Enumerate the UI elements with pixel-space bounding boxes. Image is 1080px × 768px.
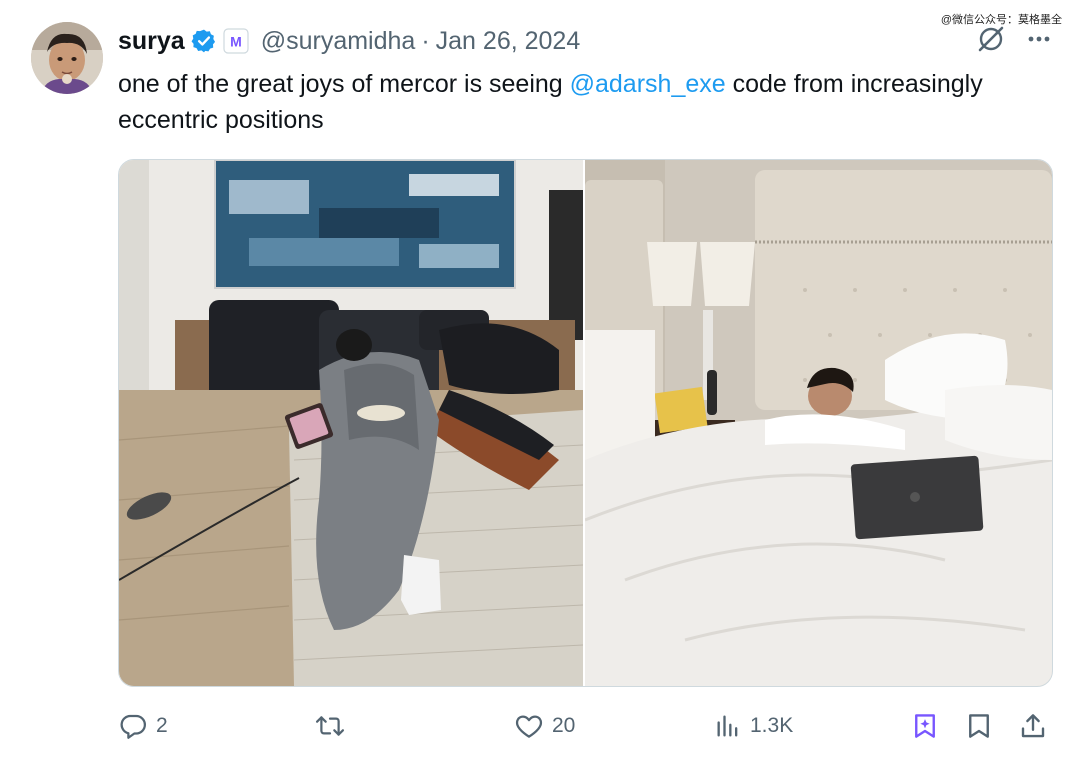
views-count: 1.3K bbox=[750, 714, 794, 737]
tweet-text: one of the great joys of mercor is seein… bbox=[118, 66, 1018, 138]
verified-badge-icon bbox=[191, 28, 217, 54]
action-bar: 2 20 1.3K bbox=[118, 706, 1051, 746]
avatar[interactable] bbox=[31, 22, 103, 94]
views-button[interactable]: 1.3K bbox=[714, 706, 793, 746]
bookmark-button[interactable] bbox=[964, 706, 994, 746]
heart-icon bbox=[515, 715, 543, 738]
mention-link[interactable]: @adarsh_exe bbox=[570, 70, 726, 98]
reply-button[interactable]: 2 bbox=[118, 706, 168, 746]
grok-bookmark-icon bbox=[915, 714, 935, 738]
media-grid bbox=[118, 159, 1053, 687]
like-count: 20 bbox=[552, 714, 576, 737]
photo-living-room[interactable] bbox=[119, 160, 583, 686]
tweet-header: surya M @suryamidha · Jan 26, 2024 bbox=[118, 24, 580, 58]
affiliate-badge[interactable]: M bbox=[223, 28, 249, 54]
share-button[interactable] bbox=[1018, 706, 1048, 746]
reply-count: 2 bbox=[156, 714, 168, 737]
author-handle[interactable]: @suryamidha bbox=[261, 27, 416, 56]
views-icon bbox=[717, 715, 738, 737]
retweet-button[interactable] bbox=[314, 706, 354, 746]
more-icon[interactable] bbox=[1024, 24, 1054, 54]
separator-dot: · bbox=[421, 26, 430, 55]
share-icon bbox=[1021, 714, 1045, 738]
tweet-date[interactable]: Jan 26, 2024 bbox=[436, 27, 581, 56]
bookmark-icon bbox=[969, 714, 989, 738]
reply-icon bbox=[120, 714, 146, 739]
affiliate-badge-letter: M bbox=[230, 34, 242, 50]
like-button[interactable]: 20 bbox=[514, 706, 575, 746]
top-actions bbox=[976, 24, 1054, 54]
tweet-text-before: one of the great joys of mercor is seein… bbox=[118, 70, 570, 98]
photo-bedroom[interactable] bbox=[585, 160, 1052, 686]
grok-icon[interactable] bbox=[976, 24, 1006, 54]
grok-bookmark-button[interactable] bbox=[910, 706, 940, 746]
author-name[interactable]: surya bbox=[118, 27, 185, 56]
retweet-icon bbox=[315, 716, 345, 736]
